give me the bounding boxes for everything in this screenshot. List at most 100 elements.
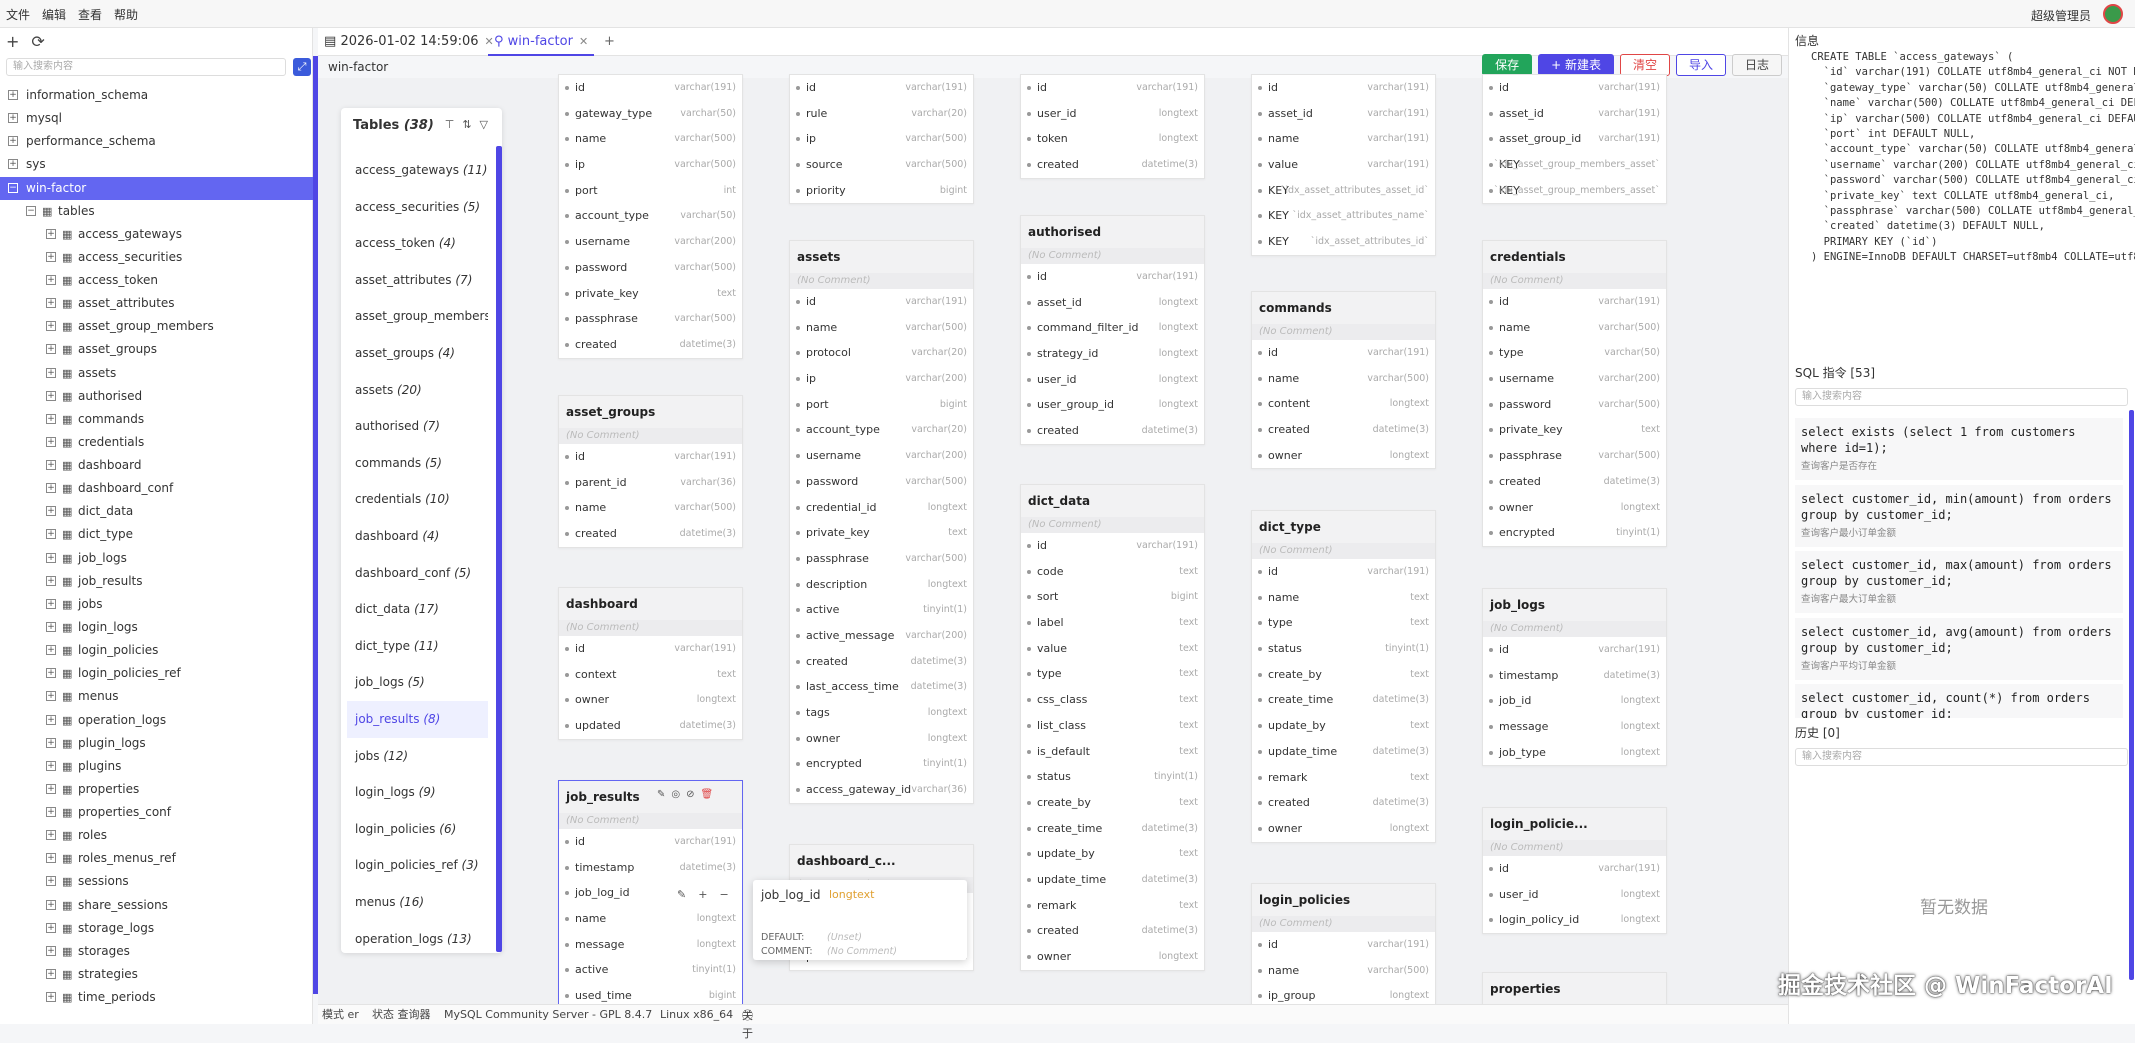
- field-row[interactable]: create_time datetime(3): [1252, 687, 1435, 713]
- field-row[interactable]: id varchar(191): [559, 636, 742, 662]
- table-list-item[interactable]: authorised (7): [347, 408, 488, 445]
- field-row[interactable]: id varchar(191): [1021, 533, 1204, 559]
- field-row[interactable]: id varchar(191): [559, 829, 742, 855]
- tree-item[interactable]: + ▦ operation_logs: [0, 709, 313, 732]
- tree-item[interactable]: + ▦ roles_menus_ref: [0, 847, 313, 870]
- expand-icon[interactable]: +: [46, 645, 56, 656]
- tree-item[interactable]: + ▦ properties: [0, 778, 313, 801]
- tree-item[interactable]: + ▦ storages: [0, 940, 313, 963]
- tree-item[interactable]: + ▦ properties_conf: [0, 801, 313, 824]
- field-row[interactable]: name varchar(191): [1252, 126, 1435, 152]
- expand-icon[interactable]: +: [46, 922, 56, 933]
- expand-icon[interactable]: +: [46, 945, 56, 956]
- menu-help[interactable]: 帮助: [114, 6, 138, 23]
- expand-icon[interactable]: +: [46, 390, 56, 401]
- field-row[interactable]: timestamp datetime(3): [1483, 663, 1666, 689]
- link-icon[interactable]: ⊘: [686, 789, 694, 800]
- expand-icon[interactable]: +: [46, 251, 56, 262]
- tables-panel-scrollbar[interactable]: [496, 146, 502, 952]
- field-row[interactable]: created datetime(3): [559, 332, 742, 358]
- table-card[interactable]: dashboard (No Comment) id varchar(191) conte…: [558, 587, 743, 740]
- field-row[interactable]: type varchar(50): [1483, 340, 1666, 366]
- expand-icon[interactable]: +: [46, 367, 56, 378]
- field-row[interactable]: content longtext: [1252, 391, 1435, 417]
- field-row[interactable]: password varchar(500): [790, 469, 973, 495]
- table-list-item[interactable]: job_logs (5): [347, 664, 488, 701]
- tree-item[interactable]: + ▦ sessions: [0, 870, 313, 893]
- field-row[interactable]: created datetime(3): [1252, 790, 1435, 816]
- field-row[interactable]: owner longtext: [1483, 495, 1666, 521]
- field-row[interactable]: id varchar(191): [1483, 637, 1666, 663]
- field-row[interactable]: job_id longtext: [1483, 688, 1666, 714]
- field-row[interactable]: passphrase varchar(500): [790, 546, 973, 572]
- field-row[interactable]: name varchar(500): [559, 495, 742, 521]
- table-card[interactable]: login_policie... (No Comment) id varchar(19…: [1482, 807, 1667, 935]
- expand-icon[interactable]: +: [46, 968, 56, 979]
- expand-icon[interactable]: +: [46, 899, 56, 910]
- table-list-item[interactable]: access_token (4): [347, 225, 488, 262]
- tree-item[interactable]: + ▦ dashboard: [0, 454, 313, 477]
- import-button[interactable]: 导入: [1675, 54, 1726, 76]
- field-row[interactable]: name text: [1252, 585, 1435, 611]
- tree-item[interactable]: + ▦ plugin_logs: [0, 732, 313, 755]
- table-list-item[interactable]: dict_data (17): [347, 591, 488, 628]
- tree-item[interactable]: + ▦ access_gateways: [0, 223, 313, 246]
- field-row[interactable]: message longtext: [1483, 714, 1666, 740]
- expand-icon[interactable]: +: [46, 552, 56, 563]
- field-row[interactable]: created datetime(3): [1483, 469, 1666, 495]
- field-row[interactable]: is_default text: [1021, 739, 1204, 765]
- field-row[interactable]: active tinyint(1): [790, 597, 973, 623]
- tree-item[interactable]: + ▦ dict_data: [0, 500, 313, 523]
- sql-item[interactable]: select customer_id, max(amount) from ord…: [1795, 551, 2123, 613]
- tree-item[interactable]: + ▦ login_policies_ref: [0, 662, 313, 685]
- sql-item[interactable]: select customer_id, min(amount) from ord…: [1795, 484, 2123, 547]
- tree-item[interactable]: + performance_schema: [0, 130, 313, 153]
- field-row[interactable]: last_access_time datetime(3): [790, 674, 973, 700]
- field-row[interactable]: label text: [1021, 610, 1204, 636]
- expand-icon[interactable]: +: [46, 529, 56, 540]
- field-row[interactable]: access_gateway_id varchar(36): [790, 777, 973, 803]
- field-row[interactable]: user_id longtext: [1021, 367, 1204, 393]
- field-row[interactable]: credential_id longtext: [790, 495, 973, 521]
- refresh-icon[interactable]: ⟳: [31, 32, 44, 51]
- comment-icon[interactable]: ◎: [671, 789, 680, 800]
- expand-icon[interactable]: +: [8, 90, 18, 100]
- field-row[interactable]: job_type longtext: [1483, 740, 1666, 766]
- field-row[interactable]: KEY `idx_asset_attributes_asset_id`: [1252, 178, 1435, 204]
- log-button[interactable]: 日志: [1731, 54, 1782, 76]
- save-button[interactable]: 保存: [1482, 54, 1533, 76]
- table-list-item[interactable]: asset_attributes (7): [347, 262, 488, 299]
- table-list-item[interactable]: dashboard_conf (5): [347, 555, 488, 592]
- table-list-item[interactable]: operation_logs (13): [347, 921, 488, 958]
- field-row[interactable]: private_key text: [1483, 417, 1666, 443]
- table-card[interactable]: login_policies (No Comment) id varchar(191)…: [1251, 883, 1436, 1011]
- table-card[interactable]: id varchar(191) rule varchar(20) ip varchar(5…: [789, 74, 974, 205]
- tree-item[interactable]: + ▦ access_token: [0, 269, 313, 292]
- tree-item[interactable]: + sys: [0, 153, 313, 176]
- table-list-item[interactable]: login_policies_ref (3): [347, 847, 488, 884]
- filter-icon[interactable]: ▽: [480, 118, 488, 131]
- table-list-item[interactable]: job_results (8): [347, 701, 488, 738]
- edit-icon[interactable]: ✎: [657, 789, 665, 800]
- table-list-item[interactable]: menus (16): [347, 884, 488, 921]
- field-row[interactable]: name varchar(500): [1252, 366, 1435, 392]
- expand-icon[interactable]: +: [8, 159, 18, 170]
- tree-item[interactable]: + ▦ asset_attributes: [0, 292, 313, 315]
- table-list-item[interactable]: dict_type (11): [347, 628, 488, 665]
- field-row[interactable]: type text: [1252, 610, 1435, 636]
- field-row[interactable]: created datetime(3): [1021, 152, 1204, 178]
- field-row[interactable]: asset_id varchar(191): [1483, 101, 1666, 127]
- field-row[interactable]: remark text: [1252, 765, 1435, 791]
- field-row[interactable]: update_time datetime(3): [1021, 867, 1204, 893]
- table-list-item[interactable]: login_policies (6): [347, 811, 488, 848]
- tree-item[interactable]: + ▦ authorised: [0, 385, 313, 408]
- table-card[interactable]: commands (No Comment) id varchar(191) name va…: [1251, 291, 1436, 470]
- field-row[interactable]: list_class text: [1021, 713, 1204, 739]
- field-row[interactable]: id varchar(191): [1252, 75, 1435, 101]
- field-row[interactable]: update_by text: [1021, 841, 1204, 867]
- expand-icon[interactable]: +: [46, 853, 56, 864]
- field-row[interactable]: asset_group_id varchar(191): [1483, 126, 1666, 152]
- user-name[interactable]: 超级管理员: [2031, 7, 2091, 24]
- tree-item[interactable]: − win-factor: [0, 176, 313, 200]
- expand-icon[interactable]: +: [46, 228, 56, 239]
